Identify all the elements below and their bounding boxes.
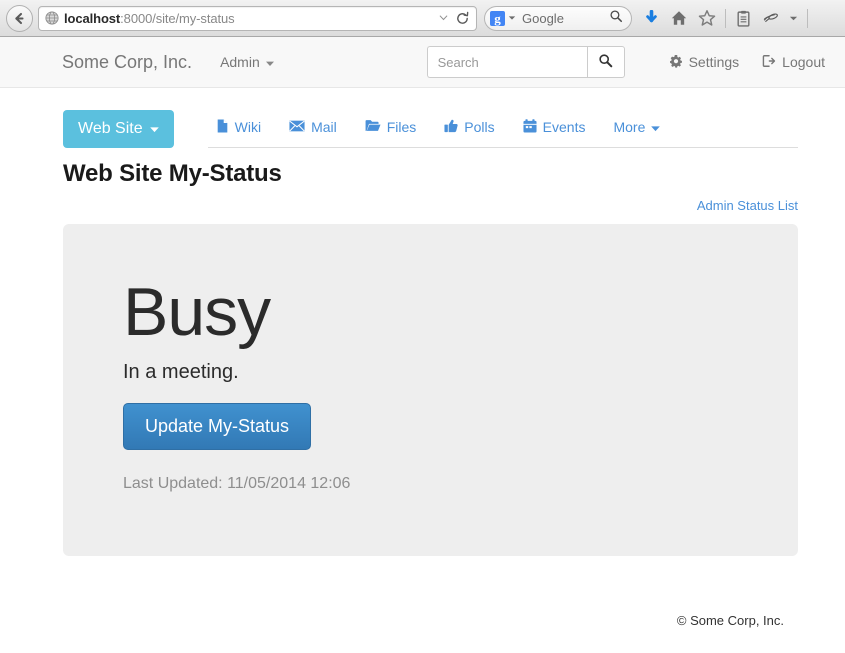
home-icon[interactable] (670, 9, 688, 27)
admin-menu-label: Admin (220, 54, 260, 70)
url-host: localhost (64, 10, 121, 26)
tab-more-label: More (613, 119, 646, 135)
reading-list-icon[interactable] (735, 10, 752, 27)
thumbs-up-icon (444, 119, 458, 136)
page-container: Web Site Wiki Mail Files Polls Events Mo… (0, 88, 845, 628)
caret-down-icon (651, 119, 661, 135)
tab-events-label: Events (542, 119, 586, 135)
last-updated-text: Last Updated: 11/05/2014 12:06 (123, 474, 351, 492)
settings-link[interactable]: Settings (669, 54, 740, 71)
app-navbar: Some Corp, Inc. Admin Settings (0, 37, 845, 88)
hamburger-menu-icon[interactable] (817, 12, 834, 24)
toolbar-divider-2 (807, 8, 808, 28)
update-my-status-button[interactable]: Update My-Status (123, 402, 312, 450)
url-bar[interactable]: localhost:8000/site/my-status (38, 5, 477, 31)
group-selector-label: Web Site (78, 120, 143, 138)
brand-title[interactable]: Some Corp, Inc. (62, 52, 192, 73)
admin-menu[interactable]: Admin (220, 54, 274, 70)
globe-icon (45, 11, 59, 25)
logout-link[interactable]: Logout (761, 54, 825, 71)
toolbar-divider (725, 8, 726, 28)
url-dropdown-icon[interactable] (439, 9, 448, 27)
url-text: localhost:8000/site/my-status (64, 11, 435, 26)
status-name: Busy (123, 274, 271, 350)
page-action-links: Admin Status List (63, 197, 798, 215)
url-path: :8000/site/my-status (120, 10, 235, 26)
tab-wiki[interactable]: Wiki (208, 119, 275, 136)
browser-toolbar-icons (638, 8, 839, 28)
browser-toolbar: localhost:8000/site/my-status g Google (0, 0, 845, 37)
search-button[interactable] (586, 46, 625, 78)
caret-down-icon (265, 54, 274, 70)
google-logo-icon: g (490, 10, 505, 26)
group-tabs: Wiki Mail Files Polls Events More (207, 107, 798, 148)
admin-status-list-link[interactable]: Admin Status List (697, 198, 798, 213)
footer-copyright: © Some Corp, Inc. (676, 613, 784, 628)
tab-polls[interactable]: Polls (430, 119, 508, 136)
chevron-down-icon[interactable] (789, 14, 798, 23)
logout-icon (761, 54, 776, 71)
sync-icon[interactable] (762, 10, 779, 27)
calendar-icon (523, 118, 537, 136)
browser-back-button[interactable] (6, 4, 33, 32)
search-input[interactable] (426, 46, 587, 78)
envelope-icon (289, 119, 305, 135)
folder-open-icon (365, 119, 381, 135)
file-icon (216, 119, 229, 136)
tab-mail[interactable]: Mail (275, 119, 351, 135)
star-icon[interactable] (698, 9, 716, 27)
site-search (426, 46, 625, 78)
tab-wiki-label: Wiki (234, 119, 262, 135)
logout-label: Logout (782, 54, 825, 70)
search-engine-caret-icon[interactable] (508, 9, 516, 27)
group-selector-button[interactable]: Web Site (63, 110, 174, 148)
status-message: In a meeting. (123, 360, 239, 383)
tab-files[interactable]: Files (351, 119, 431, 135)
gear-icon (669, 54, 683, 71)
search-icon (598, 53, 613, 71)
download-arrow-icon[interactable] (643, 9, 660, 27)
tab-events[interactable]: Events (509, 118, 600, 136)
group-nav-row: Web Site Wiki Mail Files Polls Events Mo… (63, 88, 798, 148)
tab-polls-label: Polls (464, 119, 495, 135)
tab-more[interactable]: More (599, 119, 674, 135)
reload-icon[interactable] (455, 11, 470, 26)
settings-label: Settings (688, 54, 740, 70)
tab-mail-label: Mail (311, 119, 337, 135)
browser-search-placeholder: Google (522, 10, 564, 26)
caret-down-icon (149, 120, 159, 138)
browser-search-box[interactable]: g Google (484, 5, 632, 31)
back-arrow-icon (15, 12, 24, 24)
search-icon[interactable] (609, 9, 623, 28)
page-title: Web Site My-Status (63, 160, 282, 187)
status-panel: Busy In a meeting. Update My-Status Last… (63, 224, 798, 556)
tab-files-label: Files (386, 119, 417, 135)
